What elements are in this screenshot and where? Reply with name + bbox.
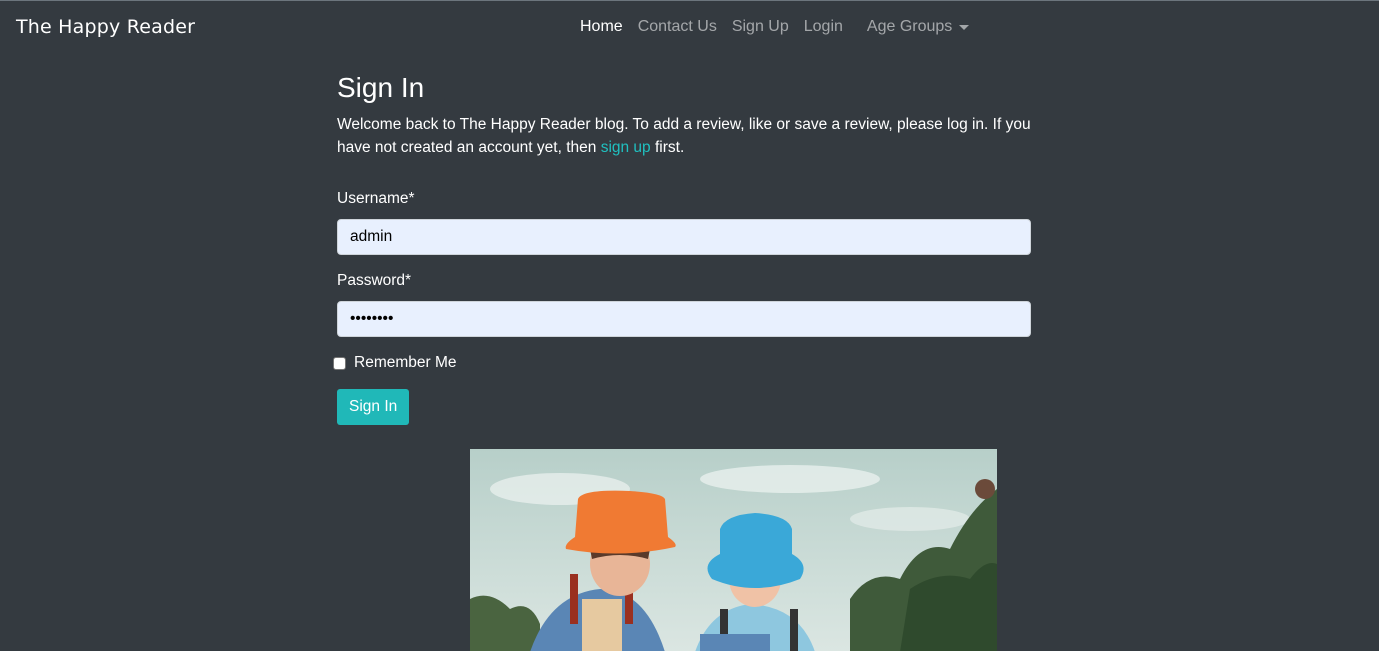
age-groups-dropdown[interactable]: Age Groups <box>866 18 970 36</box>
sign-up-link[interactable]: sign up <box>601 139 651 156</box>
caret-down-icon <box>959 25 970 30</box>
nav-link-sign-up[interactable]: Sign Up <box>732 18 789 36</box>
remember-me-checkbox[interactable] <box>333 356 346 370</box>
brand-logo-link[interactable]: The Happy Reader <box>16 16 195 38</box>
username-label: Username* <box>337 190 415 207</box>
signin-section: Sign In Welcome back to The Happy Reader… <box>333 71 1031 425</box>
password-label: Password* <box>337 272 412 289</box>
page-title: Sign In <box>337 72 425 103</box>
password-input[interactable] <box>337 301 1031 337</box>
nav-link-home[interactable]: Home <box>580 18 623 36</box>
username-input[interactable] <box>337 219 1031 255</box>
remember-me-row: Remember Me <box>333 354 1031 372</box>
nav-link-login[interactable]: Login <box>804 18 843 36</box>
main-nav: Home Contact Us Sign Up Login Age Groups <box>580 18 970 36</box>
nav-link-contact-us[interactable]: Contact Us <box>638 18 717 36</box>
intro-text-end: first. <box>650 139 685 156</box>
children-reading-photo <box>470 449 997 651</box>
intro-text: Welcome back to The Happy Reader blog. T… <box>337 113 1031 159</box>
sign-in-button[interactable]: Sign In <box>337 389 410 425</box>
age-groups-label: Age Groups <box>866 18 953 35</box>
page: The Happy Reader Home Contact Us Sign Up… <box>0 0 1379 651</box>
remember-me-label[interactable]: Remember Me <box>354 354 457 372</box>
